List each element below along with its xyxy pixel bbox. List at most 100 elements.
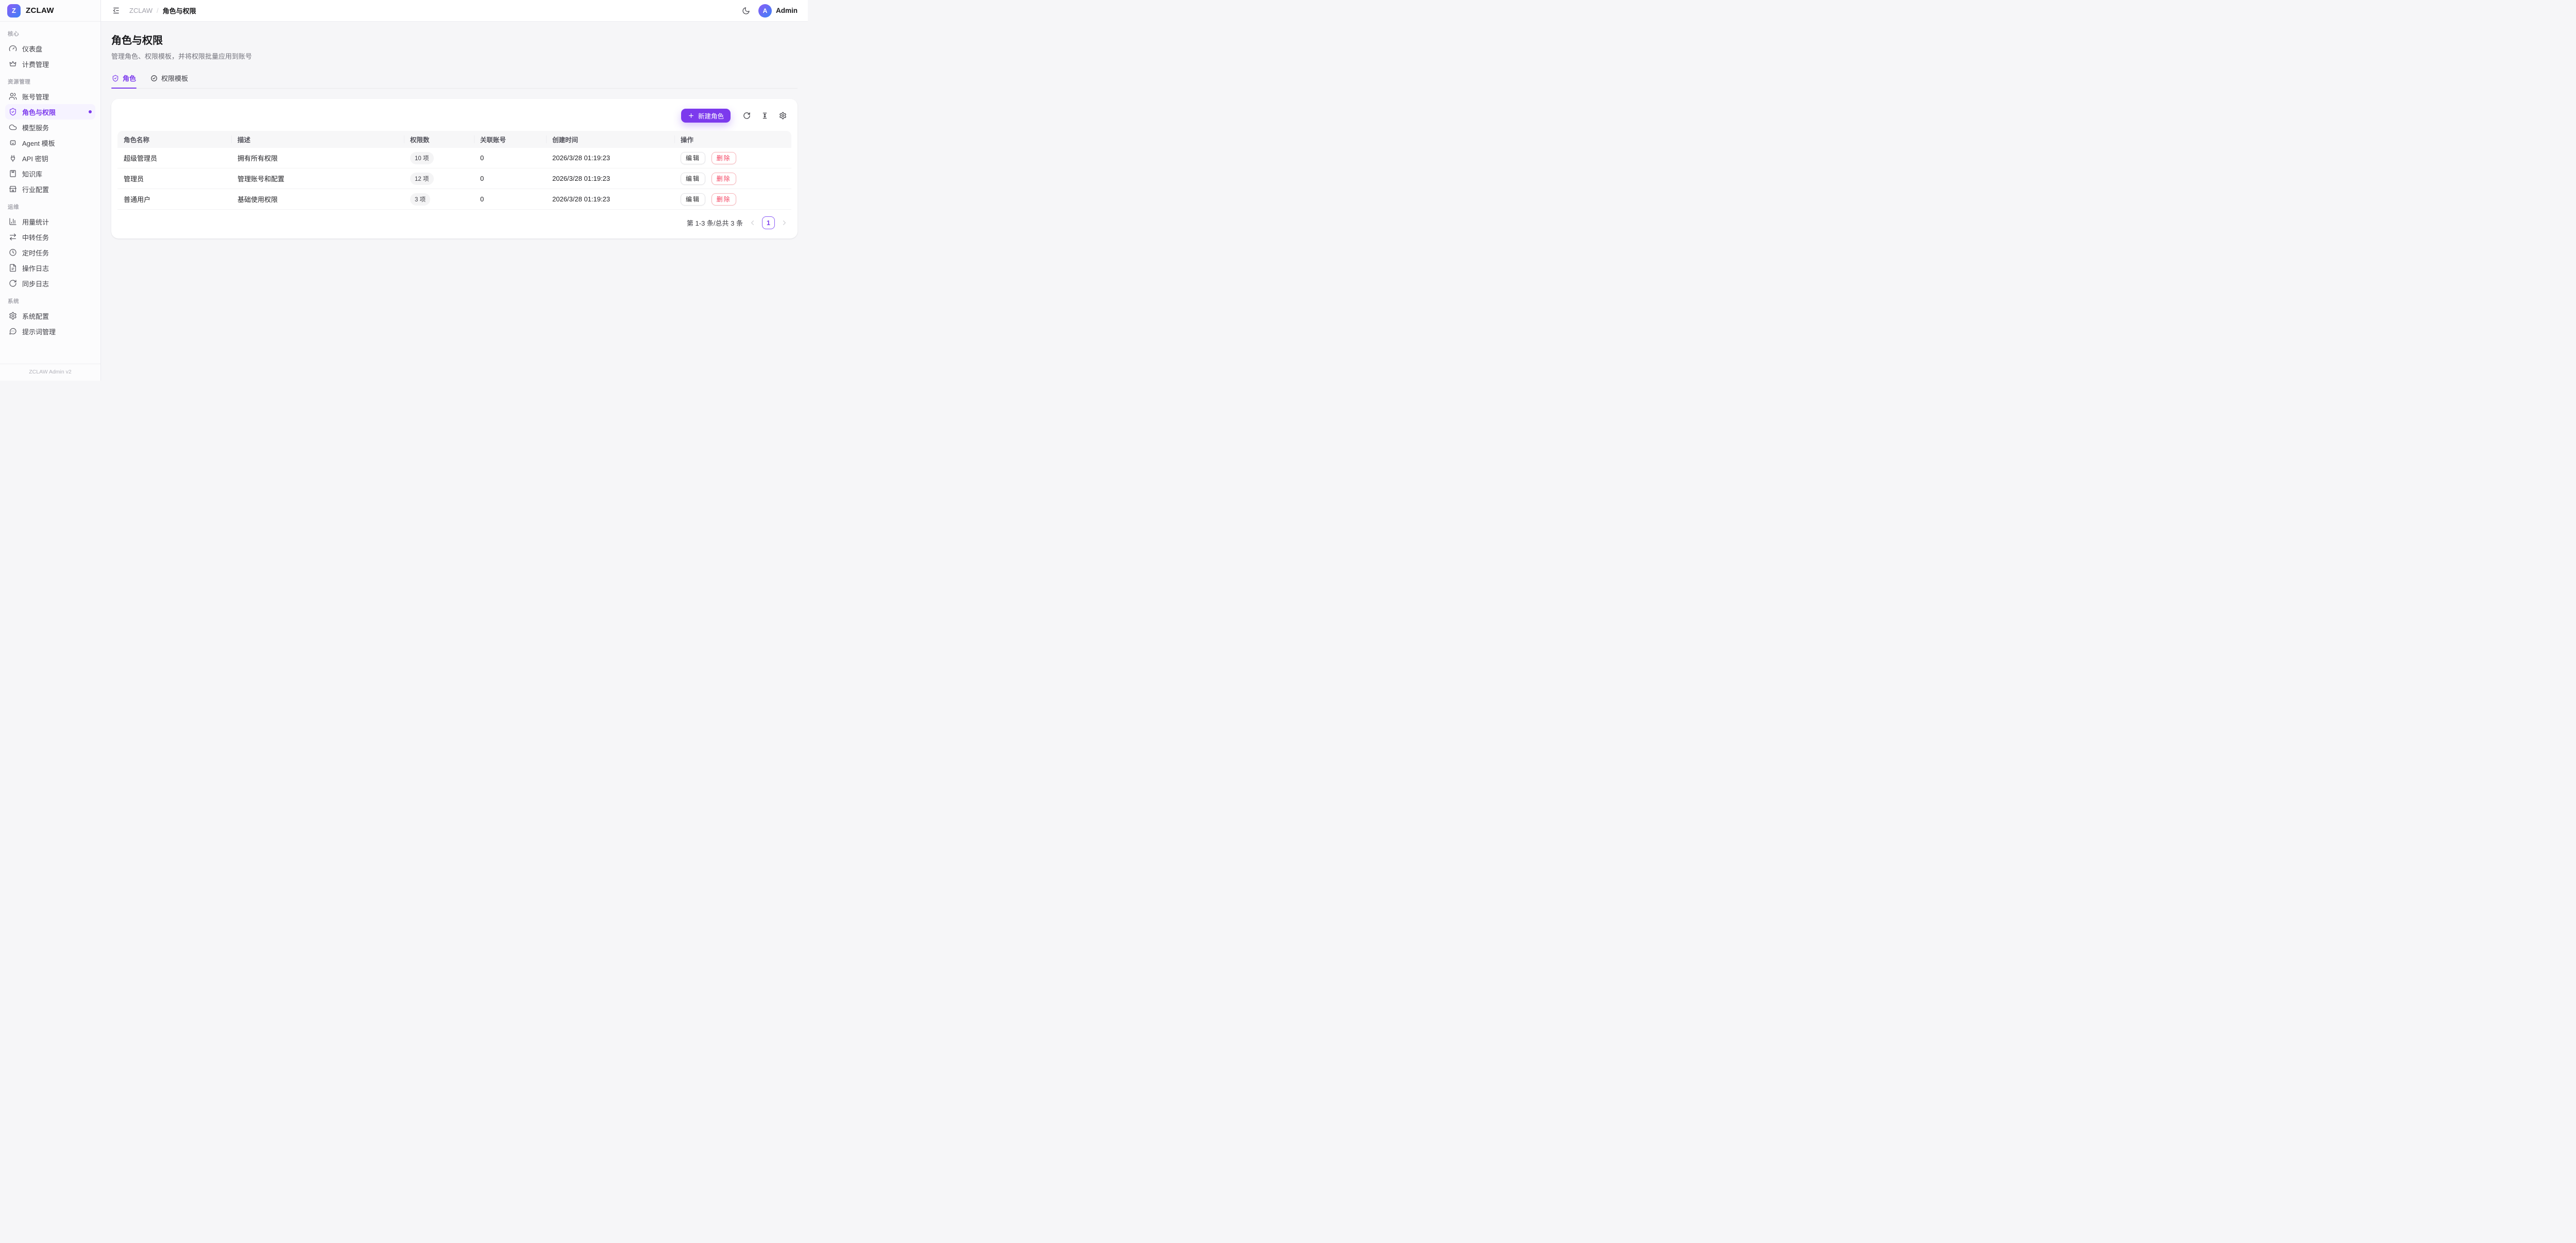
role-name: 普通用户 (117, 189, 231, 210)
store-icon (9, 185, 17, 193)
gauge-icon (9, 44, 17, 53)
users-icon (9, 92, 17, 100)
refresh-button[interactable] (740, 109, 753, 123)
sidebar-item-label: 仪表盘 (22, 44, 42, 54)
sidebar-section-system: 系统 (5, 297, 95, 305)
sidebar-item-scheduled-tasks[interactable]: 定时任务 (5, 245, 95, 260)
sidebar: Z ZCLAW 核心 仪表盘 计费管理 资源管理 账号管理 角色与权限 (0, 0, 101, 381)
content-column: ZCLAW / 角色与权限 A Admin 角色与权限 管理角色、权限模板，并将… (101, 0, 808, 381)
role-description: 基础使用权限 (231, 189, 404, 210)
shield-check-icon (9, 108, 17, 116)
role-name: 超级管理员 (117, 148, 231, 168)
sidebar-item-roles-permissions[interactable]: 角色与权限 (5, 104, 95, 120)
user-name: Admin (776, 7, 798, 14)
created-at: 2026/3/28 01:19:23 (546, 148, 674, 168)
app-root: Z ZCLAW 核心 仪表盘 计费管理 资源管理 账号管理 角色与权限 (0, 0, 808, 381)
edit-button[interactable]: 编辑 (681, 193, 705, 206)
sidebar-item-label: 系统配置 (22, 311, 49, 321)
delete-button[interactable]: 删除 (711, 193, 736, 206)
sidebar-collapse-icon (112, 6, 121, 15)
sidebar-item-relay-tasks[interactable]: 中转任务 (5, 229, 95, 245)
sidebar-item-industry-config[interactable]: 行业配置 (5, 181, 95, 197)
row-density-button[interactable] (758, 109, 771, 123)
main-content: 角色与权限 管理角色、权限模板，并将权限批量应用到账号 角色 权限模板 新建角色 (101, 22, 808, 381)
next-page-button[interactable] (781, 219, 788, 227)
role-name: 管理员 (117, 168, 231, 189)
delete-button[interactable]: 删除 (711, 152, 736, 164)
sidebar-item-accounts[interactable]: 账号管理 (5, 89, 95, 104)
page-number-button[interactable]: 1 (762, 216, 775, 229)
file-text-icon (9, 264, 17, 272)
column-header-actions: 操作 (674, 131, 791, 148)
gear-icon (779, 112, 787, 120)
sidebar-item-agent-templates[interactable]: Agent 模板 (5, 135, 95, 150)
page-title: 角色与权限 (111, 32, 798, 47)
dark-mode-toggle[interactable] (741, 6, 751, 16)
sidebar-item-label: 操作日志 (22, 263, 49, 273)
breadcrumb-root[interactable]: ZCLAW (129, 7, 152, 14)
roles-table: 角色名称 描述 权限数 关联账号 创建时间 操作 超级管理员 拥 (117, 131, 791, 210)
column-header-created-at: 创建时间 (546, 131, 674, 148)
breadcrumb-separator: / (157, 7, 159, 14)
sidebar-item-label: 计费管理 (22, 59, 49, 69)
sidebar-item-prompt-management[interactable]: 提示词管理 (5, 323, 95, 339)
sidebar-item-label: 用量统计 (22, 217, 49, 227)
roles-card: 新建角色 (111, 99, 798, 239)
sidebar-item-knowledge-base[interactable]: 知识库 (5, 166, 95, 181)
new-role-label: 新建角色 (698, 111, 724, 121)
table-settings-button[interactable] (776, 109, 789, 123)
pagination: 第 1-3 条/总共 3 条 1 (117, 210, 791, 232)
tab-permission-templates[interactable]: 权限模板 (150, 73, 189, 88)
role-description: 管理账号和配置 (231, 168, 404, 189)
permission-count-badge: 10 项 (410, 152, 434, 164)
delete-button[interactable]: 删除 (711, 173, 736, 185)
table-row: 管理员 管理账号和配置 12 项 0 2026/3/28 01:19:23 编辑… (117, 168, 791, 189)
circle-check-icon (150, 75, 158, 82)
sidebar-section-core: 核心 (5, 30, 95, 38)
edit-button[interactable]: 编辑 (681, 173, 705, 185)
table-toolbar: 新建角色 (117, 105, 791, 123)
sidebar-item-system-config[interactable]: 系统配置 (5, 308, 95, 323)
sidebar-item-api-keys[interactable]: API 密钥 (5, 150, 95, 166)
sidebar-item-operation-logs[interactable]: 操作日志 (5, 260, 95, 276)
edit-button[interactable]: 编辑 (681, 152, 705, 164)
chevron-right-icon (781, 219, 788, 227)
sidebar-item-label: 定时任务 (22, 248, 49, 258)
sidebar-item-label: 同步日志 (22, 279, 49, 288)
sidebar-item-usage-stats[interactable]: 用量统计 (5, 214, 95, 229)
breadcrumb-current: 角色与权限 (163, 6, 196, 15)
sidebar-item-dashboard[interactable]: 仪表盘 (5, 41, 95, 56)
moon-icon (742, 7, 750, 15)
sidebar-collapse-button[interactable] (111, 5, 122, 16)
refresh-icon (743, 112, 751, 120)
table-row: 普通用户 基础使用权限 3 项 0 2026/3/28 01:19:23 编辑 … (117, 189, 791, 210)
bar-chart-icon (9, 217, 17, 226)
shield-check-icon (112, 75, 119, 82)
sidebar-item-label: Agent 模板 (22, 138, 55, 148)
active-dot-indicator (89, 110, 92, 113)
new-role-button[interactable]: 新建角色 (681, 109, 731, 123)
table-row: 超级管理员 拥有所有权限 10 项 0 2026/3/28 01:19:23 编… (117, 148, 791, 168)
permission-count-badge: 3 项 (410, 193, 430, 206)
sidebar-item-sync-logs[interactable]: 同步日志 (5, 276, 95, 291)
role-description: 拥有所有权限 (231, 148, 404, 168)
linked-accounts: 0 (474, 189, 546, 210)
brand[interactable]: Z ZCLAW (0, 0, 100, 22)
sidebar-item-label: 中转任务 (22, 232, 49, 242)
row-density-icon (761, 112, 769, 120)
topbar: ZCLAW / 角色与权限 A Admin (101, 0, 808, 22)
bot-icon (9, 139, 17, 147)
sidebar-item-billing[interactable]: 计费管理 (5, 56, 95, 72)
chevron-left-icon (749, 219, 756, 227)
sidebar-item-label: 行业配置 (22, 184, 49, 194)
tab-roles[interactable]: 角色 (111, 73, 137, 88)
sidebar-item-model-services[interactable]: 模型服务 (5, 120, 95, 135)
user-menu[interactable]: A Admin (758, 4, 798, 18)
clock-icon (9, 248, 17, 257)
sidebar-item-label: 提示词管理 (22, 327, 56, 336)
sidebar-item-label: 角色与权限 (22, 107, 56, 117)
page-subtitle: 管理角色、权限模板，并将权限批量应用到账号 (111, 51, 798, 61)
sidebar-footer-version: ZCLAW Admin v2 (0, 364, 100, 381)
column-header-description: 描述 (231, 131, 404, 148)
previous-page-button[interactable] (749, 219, 756, 227)
